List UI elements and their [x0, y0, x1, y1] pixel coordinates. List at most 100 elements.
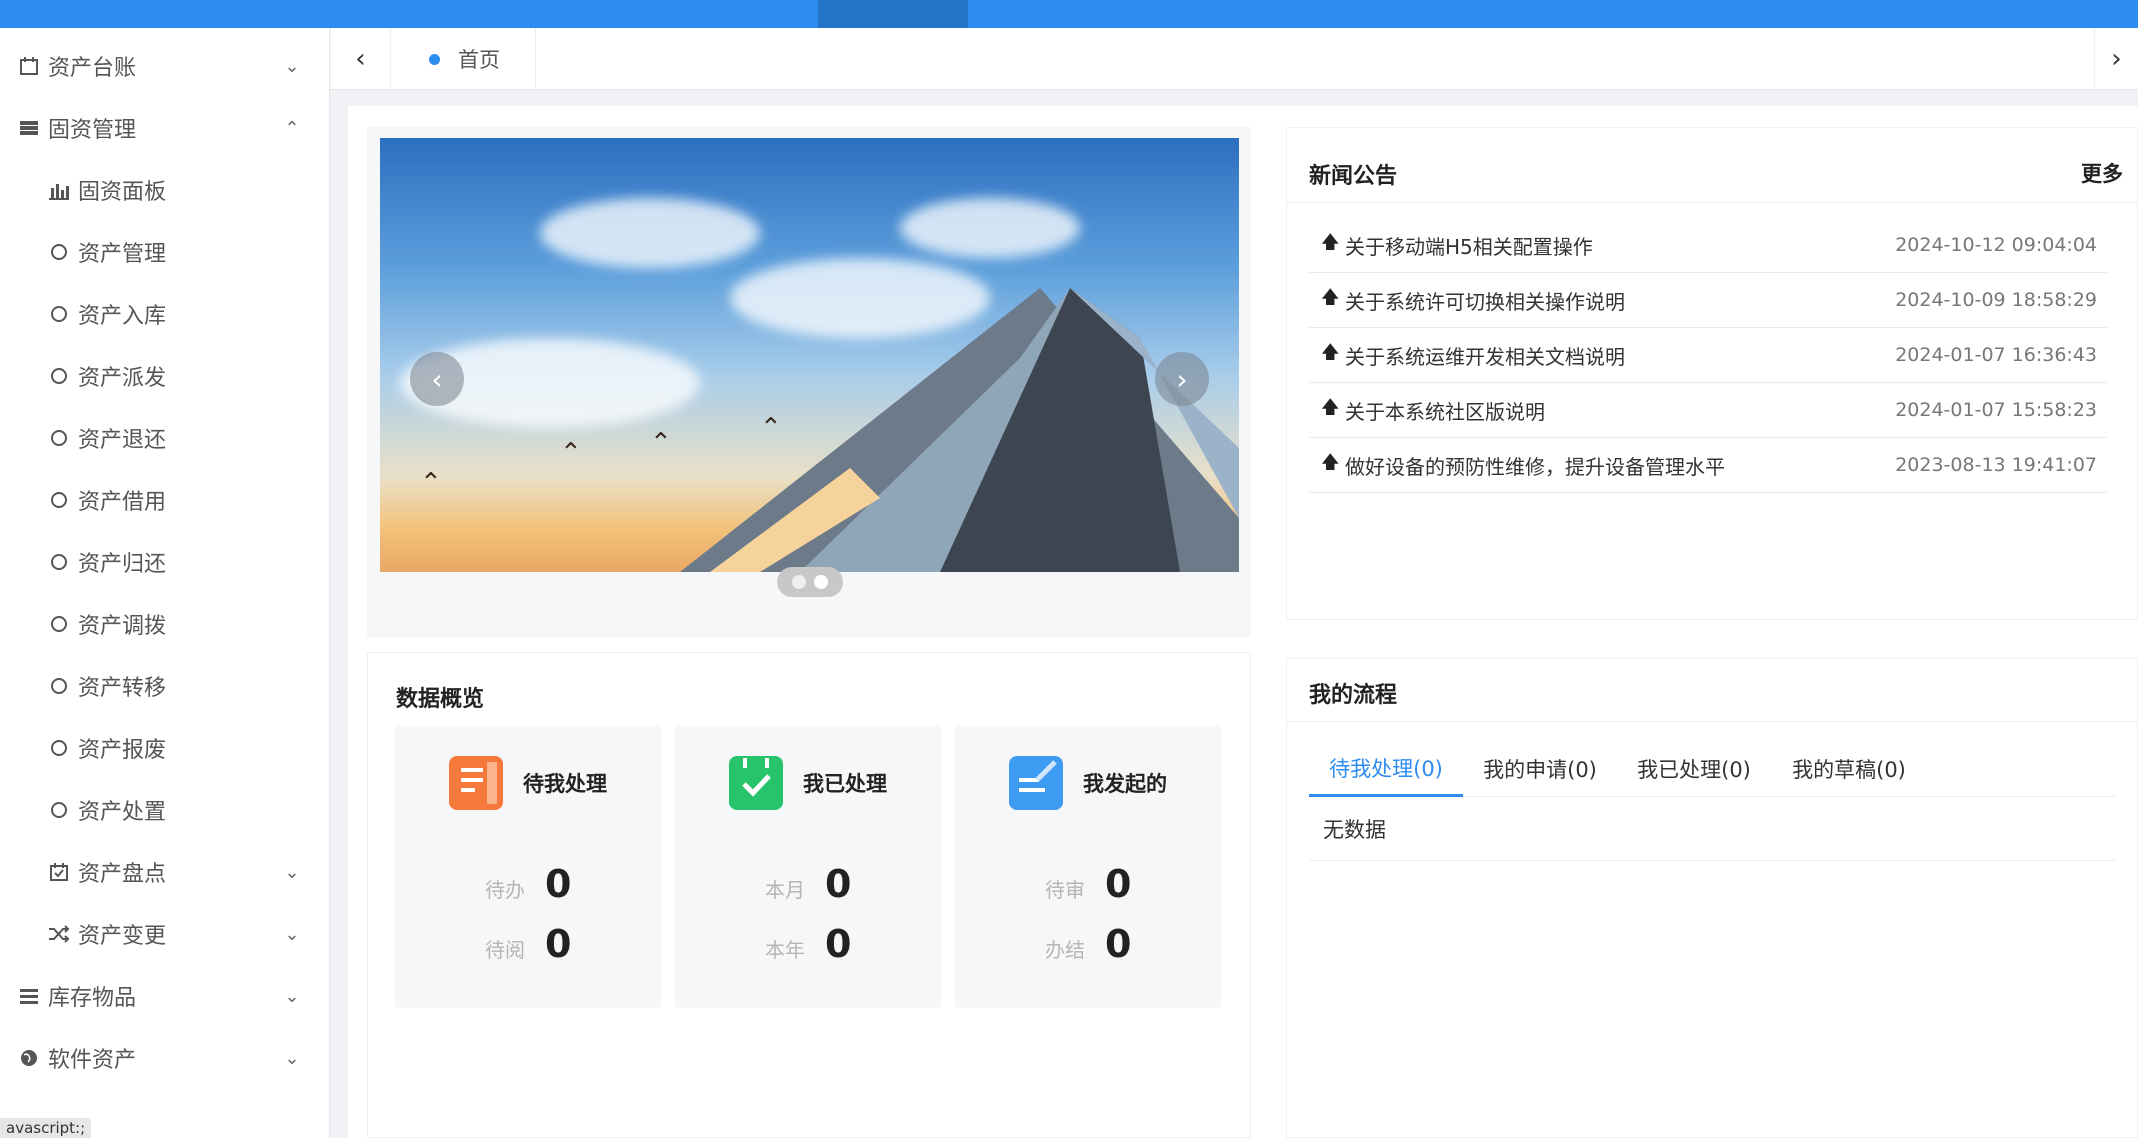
sidebar-item-asset-giveback[interactable]: 资产归还 [0, 531, 329, 593]
flow-tabs: 待我处理(0) 我的申请(0) 我已处理(0) 我的草稿(0) [1309, 741, 2117, 797]
stat-label: 待审 [1045, 878, 1085, 902]
calendar-check-icon [729, 756, 783, 810]
news-item[interactable]: 🡅 关于本系统社区版说明 2024-01-07 15:58:23 [1309, 383, 2107, 438]
sidebar-item-fixed-asset-panel[interactable]: 固资面板 [0, 159, 329, 221]
news-item[interactable]: 🡅 关于系统运维开发相关文档说明 2024-01-07 16:36:43 [1309, 328, 2107, 383]
news-item-date: 2024-10-09 18:58:29 [1895, 289, 2097, 311]
stat-label: 待办 [485, 878, 525, 902]
pin-top-icon: 🡅 [1321, 397, 1340, 418]
sidebar-item-label: 资产归还 [78, 552, 167, 577]
sidebar-item-asset-inbound[interactable]: 资产入库 [0, 283, 329, 345]
news-item-title[interactable]: 关于系统运维开发相关文档说明 [1345, 341, 1895, 370]
news-item[interactable]: 🡅 做好设备的预防性维修，提升设备管理水平 2023-08-13 19:41:0… [1309, 438, 2107, 493]
circle-icon [46, 549, 72, 575]
circle-icon [46, 487, 72, 513]
sidebar-item-label: 固资管理 [48, 118, 137, 143]
sidebar-item-asset-borrow[interactable]: 资产借用 [0, 469, 329, 531]
carousel-next-button[interactable]: › [1155, 352, 1209, 406]
sidebar-item-asset-return[interactable]: 资产退还 [0, 407, 329, 469]
news-item-title[interactable]: 关于本系统社区版说明 [1345, 396, 1895, 425]
news-item-title[interactable]: 关于系统许可切换相关操作说明 [1345, 286, 1895, 315]
stat-label: 本月 [765, 878, 805, 902]
news-item-title[interactable]: 关于移动端H5相关配置操作 [1345, 231, 1895, 260]
sidebar-item-asset-ledger[interactable]: 资产台账 ⌄ [0, 35, 329, 97]
stat-label: 办结 [1045, 938, 1085, 962]
server-icon [16, 115, 42, 141]
globe-icon [16, 1045, 42, 1071]
sidebar-item-label: 资产退还 [78, 428, 167, 453]
chevron-down-icon: ⌄ [284, 55, 300, 77]
sidebar-item-label: 资产台账 [48, 56, 137, 81]
stat-value: 0 [825, 862, 852, 906]
sidebar-item-asset-scrap[interactable]: 资产报废 [0, 717, 329, 779]
sidebar-item-asset-inventory[interactable]: 资产盘点 ⌄ [0, 841, 329, 903]
tab-scroll-right-button[interactable]: › [2094, 28, 2138, 90]
chevron-down-icon: ⌄ [284, 985, 300, 1007]
stat-card-initiated[interactable]: 我发起的 待审 0 办结 0 [955, 726, 1221, 1008]
chevron-down-icon: ⌄ [284, 861, 300, 883]
carousel-indicators [777, 567, 843, 597]
sidebar-item-asset-change[interactable]: 资产变更 ⌄ [0, 903, 329, 965]
sidebar-item-asset-dispatch[interactable]: 资产派发 [0, 345, 329, 407]
chevron-down-icon: ⌄ [284, 1047, 300, 1069]
stat-label: 待阅 [485, 938, 525, 962]
my-flow-panel: 我的流程 待我处理(0) 我的申请(0) 我已处理(0) 我的草稿(0) 无数据 [1286, 658, 2138, 1138]
tab-home[interactable]: 首页 [391, 28, 536, 90]
news-item-date: 2023-08-13 19:41:07 [1895, 454, 2097, 476]
stat-value: 0 [1105, 922, 1132, 966]
stat-card-processed[interactable]: 我已处理 本月 0 本年 0 [675, 726, 941, 1008]
circle-icon [46, 673, 72, 699]
news-item[interactable]: 🡅 关于系统许可切换相关操作说明 2024-10-09 18:58:29 [1309, 273, 2107, 328]
stat-value: 0 [1105, 862, 1132, 906]
circle-icon [46, 239, 72, 265]
sidebar-item-asset-transfer[interactable]: 资产转移 [0, 655, 329, 717]
sidebar-item-label: 资产派发 [78, 366, 167, 391]
flow-tab-my-applications[interactable]: 我的申请(0) [1475, 741, 1605, 797]
flow-tab-pending[interactable]: 待我处理(0) [1309, 741, 1463, 797]
chevron-down-icon: ⌄ [284, 923, 300, 945]
tab-bar: ‹ 首页 › [331, 28, 2138, 90]
flow-tab-drafts[interactable]: 我的草稿(0) [1784, 741, 1914, 797]
news-title: 新闻公告 [1309, 164, 1398, 189]
sidebar-item-software-assets[interactable]: 软件资产 ⌄ [0, 1027, 329, 1089]
carousel-dot[interactable] [792, 575, 806, 589]
sidebar: 资产台账 ⌄ 固资管理 ⌃ 固资面板 资产管理 资产入库 资产派发 资产退还 资… [0, 28, 330, 1138]
flow-tab-processed[interactable]: 我已处理(0) [1629, 741, 1759, 797]
active-dot-icon [429, 53, 440, 65]
sidebar-item-asset-management[interactable]: 资产管理 [0, 221, 329, 283]
flow-empty-text: 无数据 [1309, 797, 2117, 861]
bird-icon: ⌃ [420, 468, 442, 498]
news-more-link[interactable]: 更多 [2081, 158, 2123, 188]
carousel-image-city-skyline: ⌃ ⌃ ⌃ ⌃ ‹ › [380, 138, 1239, 572]
tab-scroll-left-button[interactable]: ‹ [331, 28, 391, 90]
news-item-title[interactable]: 做好设备的预防性维修，提升设备管理水平 [1345, 451, 1895, 480]
stat-label: 本年 [765, 938, 805, 962]
stat-card-pending[interactable]: 待我处理 待办 0 待阅 0 [395, 726, 661, 1008]
bar-chart-icon [46, 177, 72, 203]
sidebar-item-label: 资产调拨 [78, 614, 167, 639]
sidebar-item-stock-items[interactable]: 库存物品 ⌄ [0, 965, 329, 1027]
bird-icon: ⌃ [560, 438, 582, 468]
sidebar-item-asset-disposal[interactable]: 资产处置 [0, 779, 329, 841]
sidebar-item-label: 固资面板 [78, 180, 167, 205]
sidebar-item-label: 软件资产 [48, 1048, 137, 1073]
pin-top-icon: 🡅 [1321, 452, 1340, 473]
stat-card-title: 待我处理 [523, 772, 607, 796]
circle-icon [46, 363, 72, 389]
sidebar-item-label: 资产处置 [78, 800, 167, 825]
news-item-date: 2024-01-07 15:58:23 [1895, 399, 2097, 421]
bird-icon: ⌃ [760, 413, 782, 443]
sidebar-item-fixed-asset-mgmt[interactable]: 固资管理 ⌃ [0, 97, 329, 159]
sidebar-item-label: 资产转移 [78, 676, 167, 701]
pin-top-icon: 🡅 [1321, 342, 1340, 363]
sidebar-item-asset-allocation[interactable]: 资产调拨 [0, 593, 329, 655]
list-icon [16, 983, 42, 1009]
carousel-prev-button[interactable]: ‹ [410, 352, 464, 406]
carousel-dot-active[interactable] [814, 575, 828, 589]
sidebar-item-label: 库存物品 [48, 986, 137, 1011]
news-item[interactable]: 🡅 关于移动端H5相关配置操作 2024-10-12 09:04:04 [1309, 218, 2107, 273]
stat-value: 0 [825, 922, 852, 966]
tab-home-label: 首页 [458, 48, 500, 72]
news-item-date: 2024-10-12 09:04:04 [1895, 234, 2097, 256]
header-active-nav-item[interactable] [818, 0, 968, 28]
